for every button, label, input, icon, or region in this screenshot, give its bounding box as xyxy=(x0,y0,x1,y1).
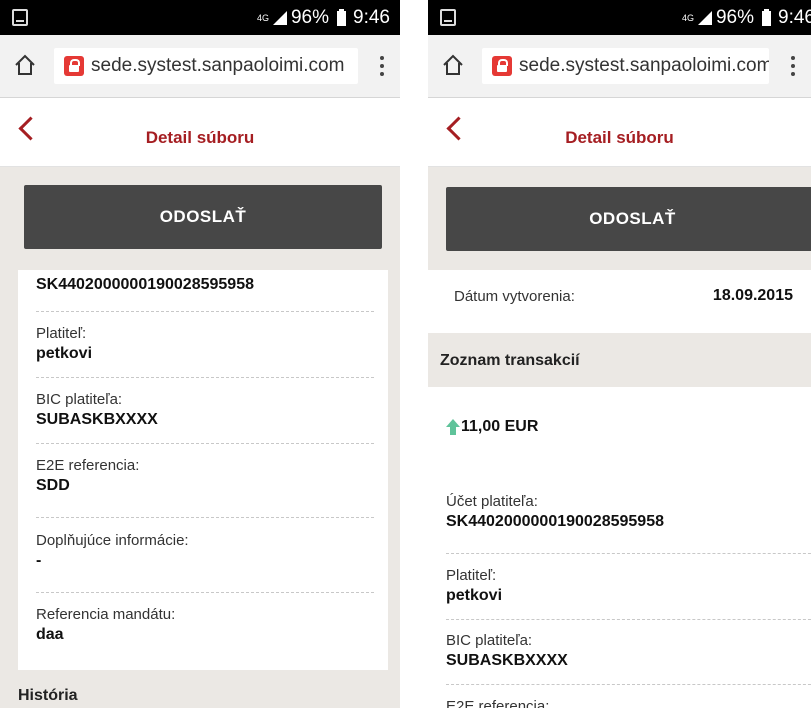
page-title: Detail súboru xyxy=(145,128,255,147)
field-value: SUBASKBXXXX xyxy=(36,411,158,428)
page-title: Detail súboru xyxy=(565,128,674,147)
app-header: Detail súboru xyxy=(0,98,400,167)
signal-icon xyxy=(697,11,712,25)
created-date-card: Dátum vytvorenia: 18.09.2015 xyxy=(428,270,811,333)
created-date-value: 18.09.2015 xyxy=(712,287,793,304)
home-icon[interactable] xyxy=(442,54,464,76)
detail-card: SK4402000000190028595958 Platiteľ: petko… xyxy=(18,270,388,670)
url-text: sede.systest.sanpaoloimi.com xyxy=(91,55,345,76)
battery-icon xyxy=(337,8,347,26)
field-label: E2E referencia: xyxy=(446,698,550,708)
field-value: SUBASKBXXXX xyxy=(446,652,568,669)
field-label: BIC platiteľa: xyxy=(36,391,123,408)
account-field: SK4402000000190028595958 xyxy=(36,273,374,312)
phone-screen-right: 4G 96% 9:46 sede.systest.sanpaoloimi.com… xyxy=(428,0,811,708)
field-label: Účet platiteľa: xyxy=(446,493,538,510)
field-label: Platiteľ: xyxy=(446,567,497,584)
transaction-detail-card: Účet platiteľa: SK4402000000190028595958… xyxy=(428,467,811,708)
send-button[interactable]: ODOSLAŤ xyxy=(24,185,382,249)
lock-icon xyxy=(492,56,512,76)
bic-field: BIC platiteľa: SUBASKBXXXX xyxy=(446,632,811,685)
status-indicators: 4G 96% 9:46 xyxy=(257,7,390,29)
transaction-header[interactable]: 11,00 EUR xyxy=(428,387,811,468)
created-date-label: Dátum vytvorenia: xyxy=(454,288,575,305)
browser-toolbar: sede.systest.sanpaoloimi.com xyxy=(428,35,811,98)
transaction-amount: 11,00 EUR xyxy=(461,418,539,435)
field-label: BIC platiteľa: xyxy=(446,632,533,649)
field-label: Doplňujúce informácie: xyxy=(36,532,189,549)
battery-icon xyxy=(762,8,772,26)
field-value: - xyxy=(36,552,42,569)
field-value: SDD xyxy=(36,477,70,494)
e2e-field: E2E referencia: xyxy=(446,698,811,708)
screenshot-notification-icon xyxy=(440,9,456,26)
bic-field: BIC platiteľa: SUBASKBXXXX xyxy=(36,391,374,444)
payer-account-field: Účet platiteľa: SK4402000000190028595958 xyxy=(446,493,811,554)
address-bar[interactable]: sede.systest.sanpaoloimi.com xyxy=(482,48,769,84)
battery-percent: 96% xyxy=(715,7,755,28)
battery-percent: 96% xyxy=(290,7,330,28)
send-button[interactable]: ODOSLAŤ xyxy=(446,187,811,251)
status-bar: 4G 96% 9:46 xyxy=(428,0,811,35)
field-label: Referencia mandátu: xyxy=(36,606,176,623)
url-text: sede.systest.sanpaoloimi.com xyxy=(519,55,769,76)
network-type: 4G xyxy=(256,12,269,23)
payer-field: Platiteľ: petkovi xyxy=(446,567,811,620)
clock: 9:46 xyxy=(778,7,811,28)
transactions-section-title: Zoznam transakcií xyxy=(440,352,580,369)
field-label: Platiteľ: xyxy=(36,325,87,342)
field-label: E2E referencia: xyxy=(36,457,140,474)
field-value: petkovi xyxy=(36,345,93,362)
additional-info-field: Doplňujúce informácie: - xyxy=(36,532,374,593)
screenshot-notification-icon xyxy=(12,9,28,26)
home-icon[interactable] xyxy=(14,54,36,76)
network-type: 4G xyxy=(681,12,694,23)
overflow-menu-icon[interactable] xyxy=(380,56,384,76)
field-value: petkovi xyxy=(446,587,503,604)
address-bar[interactable]: sede.systest.sanpaoloimi.com xyxy=(54,48,358,84)
status-indicators: 4G 96% 9:46 xyxy=(682,7,811,29)
field-value: SK4402000000190028595958 xyxy=(446,513,664,530)
history-section-title: História xyxy=(18,687,78,704)
account-value: SK4402000000190028595958 xyxy=(36,276,254,293)
browser-toolbar: sede.systest.sanpaoloimi.com xyxy=(0,35,400,98)
field-value: daa xyxy=(36,626,64,643)
overflow-menu-icon[interactable] xyxy=(791,56,795,76)
arrow-up-icon xyxy=(446,419,460,435)
mandate-reference-field: Referencia mandátu: daa xyxy=(36,606,374,658)
lock-icon xyxy=(64,56,84,76)
signal-icon xyxy=(272,11,287,25)
e2e-field: E2E referencia: SDD xyxy=(36,457,374,518)
payer-field: Platiteľ: petkovi xyxy=(36,325,374,378)
app-header: Detail súboru xyxy=(428,98,811,167)
phone-screen-left: 4G 96% 9:46 sede.systest.sanpaoloimi.com… xyxy=(0,0,400,708)
clock: 9:46 xyxy=(353,7,390,28)
status-bar: 4G 96% 9:46 xyxy=(0,0,400,35)
